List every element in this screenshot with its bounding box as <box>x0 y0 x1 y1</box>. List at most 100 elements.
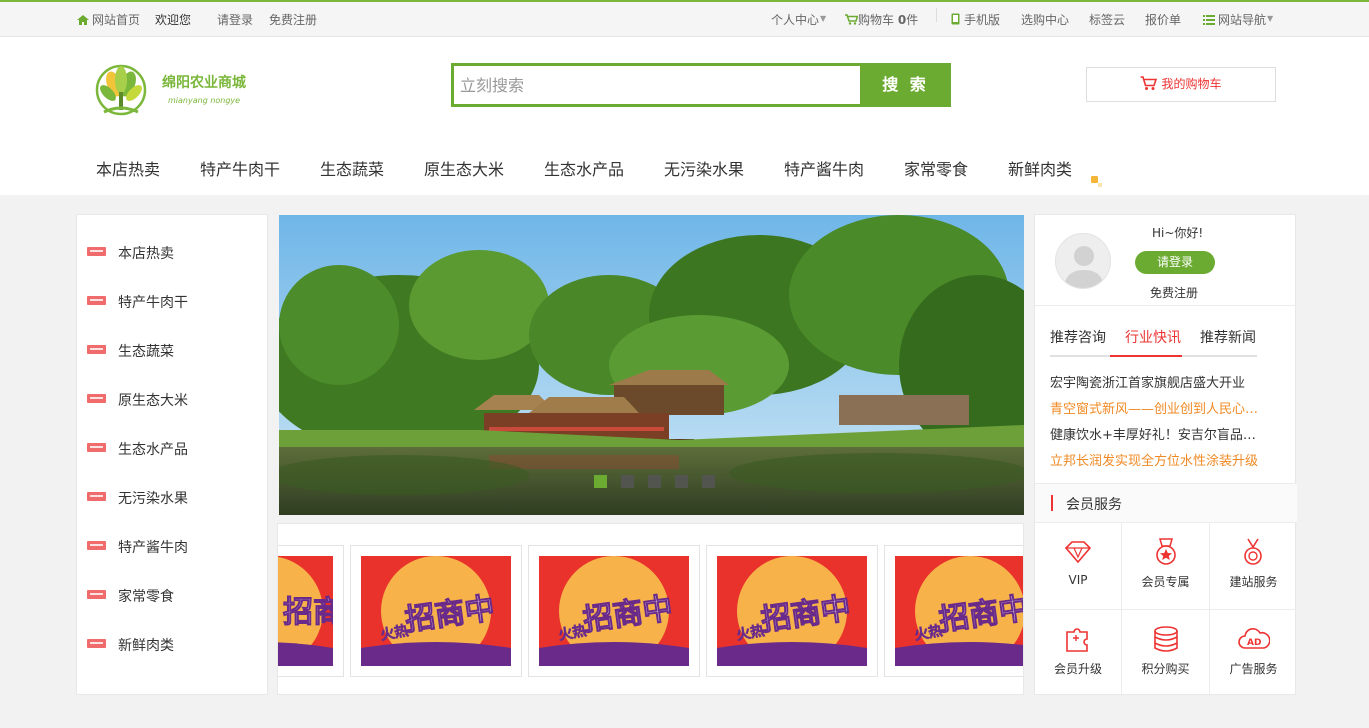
user-center-menu[interactable]: 个人中心▼ <box>771 11 826 28</box>
nav-item[interactable]: 新鲜肉类 <box>1008 156 1072 180</box>
news-item[interactable]: 健康饮水+丰厚好礼！安吉尔盲品测试 <box>1050 424 1265 443</box>
user-panel: Hi~你好! 请登录 免费注册 推荐咨询 行业快讯 推荐新闻 宏宇陶瓷浙江首家旗… <box>1034 214 1297 697</box>
section-marker <box>1051 495 1053 511</box>
service-label: 积分购买 <box>1141 662 1190 676</box>
new-badge-icon <box>87 639 106 648</box>
search-bar: 搜 索 <box>451 63 951 107</box>
ad-cloud-icon: AD <box>1238 628 1270 649</box>
medal-icon <box>1244 538 1262 565</box>
cart-count: 0 <box>897 13 907 27</box>
search-button[interactable]: 搜 索 <box>860 63 951 107</box>
service-vip[interactable]: VIP <box>1035 523 1122 610</box>
nav-item[interactable]: 家常零食 <box>904 156 968 180</box>
category-item[interactable]: 无污染水果 <box>87 488 188 508</box>
category-item[interactable]: 生态水产品 <box>87 439 188 459</box>
logo-tree-icon <box>95 64 147 116</box>
category-label: 新鲜肉类 <box>118 638 174 654</box>
cart-unit: 件 <box>906 13 919 27</box>
promo-card[interactable]: 火热 招商中 <box>706 545 878 677</box>
nav-item[interactable]: 生态水产品 <box>544 156 624 180</box>
service-label: 广告服务 <box>1229 662 1278 676</box>
register-link[interactable]: 免费注册 <box>1150 284 1198 301</box>
new-badge-icon <box>87 492 106 501</box>
tab-industry-news[interactable]: 行业快讯 <box>1125 327 1181 347</box>
nav-item[interactable]: 本店热卖 <box>96 156 160 180</box>
register-link[interactable]: 免费注册 <box>269 11 317 28</box>
category-item[interactable]: 家常零食 <box>87 586 174 606</box>
hero-banner[interactable] <box>279 215 1024 515</box>
logo-pinyin: mianyang nongye <box>168 96 241 105</box>
slide-dot[interactable] <box>621 475 634 488</box>
top-bar: 网站首页 欢迎您 请登录 免费注册 个人中心▼ 购物车 0件 手机版 选购中心 … <box>0 0 1369 37</box>
service-website-building[interactable]: 建站服务 <box>1210 523 1297 610</box>
site-nav-label: 网站导航 <box>1218 13 1267 27</box>
category-label: 生态蔬菜 <box>118 344 174 360</box>
home-link[interactable]: 网站首页 <box>77 11 140 28</box>
new-badge-icon <box>87 345 106 354</box>
category-item[interactable]: 新鲜肉类 <box>87 635 174 655</box>
tag-cloud-link[interactable]: 标签云 <box>1089 11 1125 28</box>
nav-item[interactable]: 生态蔬菜 <box>320 156 384 180</box>
avatar <box>1055 233 1111 289</box>
promo-image: 火热 招商中 <box>361 556 511 666</box>
slide-dot[interactable] <box>594 475 607 488</box>
category-item[interactable]: 原生态大米 <box>87 390 188 410</box>
divider <box>1035 305 1297 306</box>
slide-dot[interactable] <box>702 475 715 488</box>
cart-link[interactable]: 购物车 0件 <box>845 11 918 28</box>
svg-text:AD: AD <box>1247 638 1261 648</box>
new-badge-icon <box>87 590 106 599</box>
chevron-down-icon: ▼ <box>1267 14 1274 23</box>
purchase-center-link[interactable]: 选购中心 <box>1021 11 1069 28</box>
main-nav: 本店热卖 特产牛肉干 生态蔬菜 原生态大米 生态水产品 无污染水果 特产酱牛肉 … <box>0 150 1369 184</box>
service-member-exclusive[interactable]: 会员专属 <box>1122 523 1210 610</box>
service-member-upgrade[interactable]: 会员升级 <box>1035 610 1122 697</box>
category-item[interactable]: 特产牛肉干 <box>87 292 188 312</box>
site-nav-menu[interactable]: 网站导航▼ <box>1203 11 1273 28</box>
promo-card[interactable]: 招商中 <box>278 545 344 677</box>
slide-dot[interactable] <box>648 475 661 488</box>
news-item[interactable]: 青空窗式新风——创业创到人民心里去 <box>1050 398 1265 417</box>
promo-image: 火热 招商中 <box>717 556 867 666</box>
category-label: 生态水产品 <box>118 442 188 458</box>
promo-card[interactable]: 火热 招商中 <box>884 545 1023 677</box>
tab-underline <box>1182 355 1257 357</box>
promo-card[interactable]: 火热 招商中 <box>528 545 700 677</box>
list-icon <box>1203 15 1215 25</box>
nav-item[interactable]: 无污染水果 <box>664 156 744 180</box>
category-label: 特产酱牛肉 <box>118 540 188 556</box>
nav-item[interactable]: 原生态大米 <box>424 156 504 180</box>
search-input[interactable] <box>454 66 862 104</box>
site-logo[interactable]: 绵阳农业商城 mianyang nongye <box>94 58 254 122</box>
category-item[interactable]: 本店热卖 <box>87 243 174 263</box>
service-advertising[interactable]: AD 广告服务 <box>1210 610 1297 697</box>
nav-item[interactable]: 特产酱牛肉 <box>784 156 864 180</box>
diamond-icon <box>1064 541 1092 564</box>
new-badge-icon <box>87 296 106 305</box>
slide-dot[interactable] <box>675 475 688 488</box>
tab-recommend-consult[interactable]: 推荐咨询 <box>1050 327 1106 347</box>
puzzle-icon <box>1066 628 1088 652</box>
promo-banner-icon: 火热招商中 <box>539 556 689 666</box>
service-points-purchase[interactable]: 积分购买 <box>1122 610 1210 697</box>
tab-recommend-news[interactable]: 推荐新闻 <box>1200 327 1256 347</box>
login-button[interactable]: 请登录 <box>1135 251 1215 274</box>
services-header: 会员服务 <box>1035 483 1297 523</box>
news-item[interactable]: 立邦长润发实现全方位水性涂装升级 <box>1050 450 1265 469</box>
mobile-link[interactable]: 手机版 <box>951 11 1000 28</box>
category-label: 无污染水果 <box>118 491 188 507</box>
category-item[interactable]: 特产酱牛肉 <box>87 537 188 557</box>
promo-card[interactable]: 火热 招商中 <box>350 545 522 677</box>
cart-icon <box>845 14 859 25</box>
home-label: 网站首页 <box>92 13 141 27</box>
category-item[interactable]: 生态蔬菜 <box>87 341 174 361</box>
login-link[interactable]: 请登录 <box>217 11 253 28</box>
nav-item[interactable]: 特产牛肉干 <box>200 156 280 180</box>
service-label: 建站服务 <box>1229 575 1278 589</box>
news-item[interactable]: 宏宇陶瓷浙江首家旗舰店盛大开业 <box>1050 372 1265 391</box>
quote-link[interactable]: 报价单 <box>1145 11 1181 28</box>
promo-banner-icon: 招商中 <box>278 556 333 666</box>
promo-text-big: 招商中 <box>283 595 333 630</box>
my-cart-button[interactable]: 我的购物车 <box>1086 67 1276 102</box>
cart-label: 购物车 <box>858 13 895 27</box>
